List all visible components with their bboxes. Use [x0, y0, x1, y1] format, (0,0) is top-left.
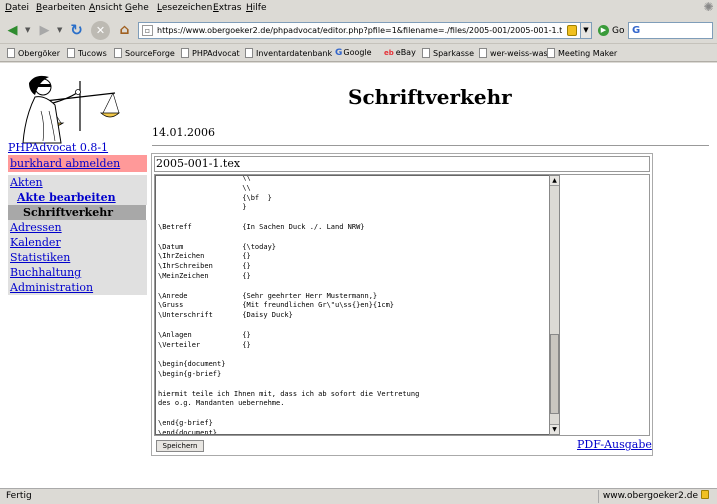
go-label: Go	[612, 26, 625, 36]
forward-arrow-icon: ▶	[39, 23, 50, 38]
url-text[interactable]: https://www.obergoeker2.de/phpadvocat/ed…	[157, 26, 562, 35]
sidebar-item-akten[interactable]: Akten	[8, 175, 147, 190]
bookmark-obergoeker[interactable]: Obergöker	[7, 48, 60, 58]
scroll-down-icon[interactable]: ▼	[550, 424, 559, 434]
pdf-export-link[interactable]: PDF-Ausgabe	[577, 438, 652, 451]
google-search-icon: G	[632, 25, 641, 36]
throbber-icon: ✺	[703, 0, 714, 14]
status-host[interactable]: www.obergoeker2.de	[597, 490, 713, 503]
save-button[interactable]: Speichern	[156, 440, 204, 452]
site-favicon-icon: ▫	[142, 25, 153, 36]
bookmark-label: Tucows	[78, 49, 107, 58]
bookmark-label: Inventardatenbank	[256, 49, 333, 58]
bookmark-google[interactable]: GGoogle	[335, 48, 372, 58]
back-history-dropdown-icon[interactable]: ▼	[25, 26, 30, 34]
bookmark-label: wer-weiss-was	[490, 49, 548, 58]
menu-gehe[interactable]: Gehe	[125, 3, 149, 13]
bookmark-tucows[interactable]: Tucows	[67, 48, 107, 58]
bookmark-label: SourceForge	[125, 49, 175, 58]
logout-link[interactable]: burkhard abmelden	[8, 155, 147, 172]
stop-icon: ✕	[95, 24, 106, 37]
sidebar-nav: burkhard abmelden Akten Akte bearbeiten …	[8, 155, 147, 295]
page-icon	[7, 48, 15, 58]
app-version-link[interactable]: PHPAdvocat 0.8-1	[8, 141, 108, 154]
scrollbar-thumb[interactable]	[550, 334, 559, 414]
ebay-icon: eb	[384, 49, 394, 57]
editor-form: 2005-001-1.tex \\ \\ {\bf } } \Betreff {…	[151, 153, 653, 456]
page-content: PHPAdvocat 0.8-1 burkhard abmelden Akten…	[0, 63, 717, 488]
editor-frame: \\ \\ {\bf } } \Betreff {In Sachen Duck …	[154, 174, 650, 436]
sidebar-item-akte-bearbeiten[interactable]: Akte bearbeiten	[8, 190, 147, 205]
editor-content[interactable]: \\ \\ {\bf } } \Betreff {In Sachen Duck …	[158, 176, 419, 434]
bookmark-sparkasse[interactable]: Sparkasse	[422, 48, 474, 58]
browser-window: Datei Bearbeiten Ansicht Gehe Lesezeiche…	[0, 0, 717, 504]
bookmark-sourceforge[interactable]: SourceForge	[114, 48, 175, 58]
forward-button[interactable]: ▶	[35, 21, 54, 40]
page-icon	[67, 48, 75, 58]
page-icon	[245, 48, 253, 58]
bookmark-ebay[interactable]: eb eBay	[384, 48, 416, 57]
menu-extras[interactable]: Extras	[213, 3, 241, 13]
reload-button[interactable]: ↻	[67, 21, 86, 40]
justitia-logo	[22, 75, 120, 144]
menubar: Datei Bearbeiten Ansicht Gehe Lesezeiche…	[0, 0, 717, 16]
secure-lock-icon[interactable]	[567, 25, 577, 36]
bookmark-wer-weiss-was[interactable]: wer-weiss-was	[479, 48, 548, 58]
sidebar-item-administration[interactable]: Administration	[8, 280, 147, 295]
home-icon: ⌂	[119, 22, 130, 38]
scroll-up-icon[interactable]: ▲	[550, 176, 559, 186]
go-arrow-icon: ▶	[598, 25, 609, 36]
page-icon	[422, 48, 430, 58]
bookmark-meeting-maker[interactable]: Meeting Maker	[547, 48, 617, 58]
menu-ansicht[interactable]: Ansicht	[89, 3, 122, 13]
secure-lock-icon[interactable]	[701, 490, 709, 499]
statusbar: Fertig www.obergoeker2.de	[0, 488, 717, 504]
page-icon	[181, 48, 189, 58]
editor-scrollbar[interactable]: ▲ ▼	[549, 175, 560, 435]
search-input[interactable]: G	[628, 22, 713, 39]
menu-hilfe[interactable]: Hilfe	[246, 3, 267, 13]
page-icon	[479, 48, 487, 58]
bookmark-label: Google	[343, 48, 372, 57]
sidebar-item-kalender[interactable]: Kalender	[8, 235, 147, 250]
bookmarks-toolbar: Obergöker Tucows SourceForge PHPAdvocat …	[0, 45, 717, 62]
menu-bearbeiten[interactable]: Bearbeiten	[36, 3, 85, 13]
bookmark-inventardatenbank[interactable]: Inventardatenbank	[245, 48, 332, 58]
navigation-toolbar: ◀ ▼ ▶ ▼ ↻ ✕ ⌂ ▫ https://www.obergoeker2.…	[0, 17, 717, 44]
bookmark-label: Meeting Maker	[558, 49, 618, 58]
go-button[interactable]: ▶ Go	[598, 24, 624, 38]
bookmark-label: PHPAdvocat	[192, 49, 240, 58]
page-icon	[114, 48, 122, 58]
back-button[interactable]: ◀	[3, 21, 22, 40]
stop-button[interactable]: ✕	[91, 21, 110, 40]
page-title: Schriftverkehr	[348, 85, 512, 109]
forward-history-dropdown-icon[interactable]: ▼	[57, 26, 62, 34]
url-bar[interactable]: ▫ https://www.obergoeker2.de/phpadvocat/…	[138, 22, 581, 39]
menu-lesezeichen[interactable]: Lesezeichen	[157, 3, 212, 13]
tex-editor-textarea[interactable]: \\ \\ {\bf } } \Betreff {In Sachen Duck …	[155, 175, 550, 435]
menu-datei[interactable]: Datei	[5, 3, 29, 13]
status-host-label: www.obergoeker2.de	[602, 491, 698, 501]
filename-label: 2005-001-1.tex	[154, 156, 650, 172]
page-date: 14.01.2006	[152, 126, 215, 139]
sidebar-item-adressen[interactable]: Adressen	[8, 220, 147, 235]
bookmark-label: Sparkasse	[433, 49, 474, 58]
divider	[152, 145, 709, 146]
back-arrow-icon: ◀	[7, 23, 18, 38]
home-button[interactable]: ⌂	[115, 21, 134, 40]
sidebar-item-buchhaltung[interactable]: Buchhaltung	[8, 265, 147, 280]
bookmark-phpadvocat[interactable]: PHPAdvocat	[181, 48, 240, 58]
url-history-dropdown[interactable]: ▼	[580, 22, 592, 39]
sidebar-item-statistiken[interactable]: Statistiken	[8, 250, 147, 265]
bookmark-label: Obergöker	[18, 49, 60, 58]
bookmark-label: eBay	[395, 48, 416, 57]
google-icon: G	[335, 48, 343, 58]
status-text: Fertig	[6, 491, 32, 501]
sidebar-item-schriftverkehr[interactable]: Schriftverkehr	[8, 205, 146, 220]
chevron-down-icon: ▼	[583, 26, 589, 34]
reload-icon: ↻	[70, 21, 83, 39]
page-icon	[547, 48, 555, 58]
